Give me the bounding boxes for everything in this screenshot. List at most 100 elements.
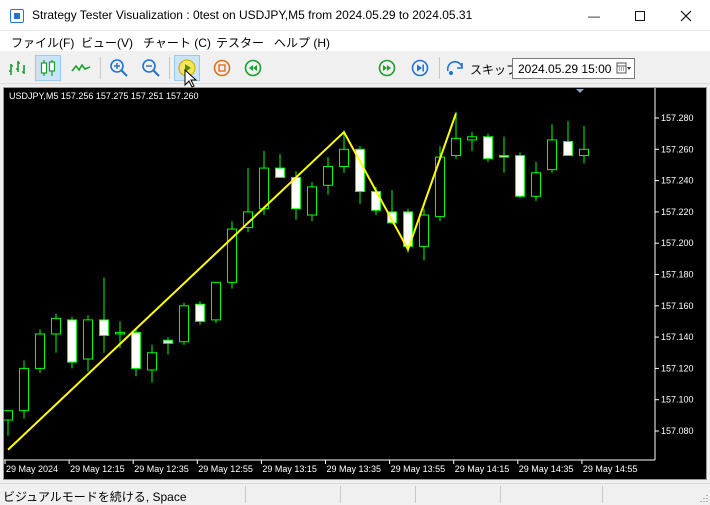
time-tick-label: 29 May 14:15 <box>455 464 510 474</box>
zoom-in-button[interactable] <box>106 55 132 81</box>
bullish-candle <box>323 166 333 186</box>
bullish-candle <box>547 139 557 171</box>
status-bar: ビジュアルモードを続ける, Space <box>0 483 710 505</box>
price-tick-label: 157.280 <box>661 113 694 123</box>
bullish-candle <box>307 186 317 216</box>
bullish-candle <box>579 148 589 157</box>
status-divider <box>602 486 603 503</box>
toolbar-separator <box>100 57 101 79</box>
price-tick-label: 157.100 <box>661 395 694 405</box>
step-forward-icon <box>411 59 429 77</box>
maximize-icon <box>635 10 645 21</box>
price-tick-label: 157.140 <box>661 332 694 342</box>
time-tick-label: 29 May 13:15 <box>262 464 317 474</box>
menu-help[interactable]: ヘルプ (H) <box>274 34 330 51</box>
skip-icon <box>446 60 463 75</box>
bullish-candle <box>35 333 45 369</box>
candlestick-chart-button[interactable] <box>35 55 61 81</box>
minimize-icon: — <box>588 8 600 23</box>
bearish-candle <box>371 191 381 211</box>
fast-forward-icon <box>378 59 396 77</box>
bullish-candle <box>419 214 429 247</box>
time-tick-label: 29 May 12:55 <box>198 464 253 474</box>
price-tick-label: 157.160 <box>661 301 694 311</box>
chart-canvas[interactable]: USDJPY,M5 157.256 157.275 157.251 157.26… <box>3 88 706 479</box>
time-tick-label: 29 May 14:35 <box>519 464 574 474</box>
zoom-out-button[interactable] <box>138 55 164 81</box>
bearish-candle <box>563 140 573 157</box>
bullish-candle <box>51 317 61 335</box>
bullish-candle <box>451 137 461 157</box>
menu-view[interactable]: ビュー(V) <box>81 34 133 51</box>
price-tick-label: 157.260 <box>661 144 694 154</box>
zoom-in-icon <box>110 59 128 77</box>
bar-chart-button[interactable] <box>4 55 30 81</box>
stop-icon <box>213 59 231 77</box>
step-forward-button[interactable] <box>407 55 433 81</box>
bar-chart-icon <box>9 61 25 75</box>
line-chart-button[interactable] <box>68 55 94 81</box>
time-tick-label: 29 May 14:55 <box>583 464 638 474</box>
price-tick-label: 157.220 <box>661 207 694 217</box>
bullish-candle <box>179 305 189 343</box>
toolbar-separator <box>439 57 440 79</box>
close-icon <box>680 10 692 21</box>
line-chart-icon <box>71 63 91 72</box>
app-icon <box>10 9 24 23</box>
bullish-candle <box>339 148 349 168</box>
rewind-icon <box>244 59 262 77</box>
shift-marker-icon[interactable] <box>576 89 584 93</box>
title-bar: Strategy Tester Visualization : 0test on… <box>0 0 710 31</box>
status-divider <box>500 486 501 503</box>
zoom-out-icon <box>142 59 160 77</box>
menu-chart[interactable]: チャート (C) <box>143 34 211 51</box>
time-tick-label: 29 May 2024 <box>6 464 58 474</box>
time-axis: 29 May 2024 29 May 12:15 29 May 12:35 29 Ma… <box>4 460 638 474</box>
skip-button[interactable] <box>443 55 469 81</box>
menu-bar: ファイル(F) ビュー(V) チャート (C) テスター ヘルプ (H) <box>0 31 710 51</box>
bearish-candle <box>275 167 285 178</box>
stop-button[interactable] <box>209 55 235 81</box>
maximize-button[interactable] <box>617 0 663 31</box>
bullish-candle <box>467 136 477 141</box>
calendar-icon[interactable] <box>616 61 632 76</box>
status-divider <box>340 486 341 503</box>
mouse-cursor-icon <box>184 69 198 88</box>
skip-date-value: 2024.05.29 15:00 <box>518 62 612 76</box>
candlestick-chart-icon <box>40 60 56 76</box>
bearish-candle <box>515 155 525 197</box>
status-divider <box>415 486 416 503</box>
price-tick-label: 157.120 <box>661 363 694 373</box>
bullish-candle <box>19 367 29 412</box>
skip-label[interactable]: スキップ <box>470 61 518 78</box>
bearish-candle <box>131 331 141 369</box>
close-button[interactable] <box>663 0 709 31</box>
time-tick-label: 29 May 12:15 <box>70 464 125 474</box>
menu-tester[interactable]: テスター <box>216 34 264 51</box>
bullish-candle <box>115 331 125 335</box>
price-axis: 157.280 157.260 157.240 157.220 157.200 157.1… <box>655 113 694 436</box>
fast-forward-button[interactable] <box>374 55 400 81</box>
bearish-candle <box>67 319 77 363</box>
skip-date-select[interactable]: 2024.05.29 15:00 <box>512 58 635 79</box>
menu-file[interactable]: ファイル(F) <box>11 34 74 51</box>
time-tick-label: 29 May 13:35 <box>327 464 382 474</box>
bullish-candle <box>531 172 541 197</box>
price-tick-label: 157.180 <box>661 270 694 280</box>
toolbar: スキップ 2024.05.29 15:00 <box>0 52 710 126</box>
rewind-button[interactable] <box>240 55 266 81</box>
price-chart[interactable]: USDJPY,M5 157.256 157.275 157.251 157.26… <box>3 87 707 480</box>
bullish-candle <box>3 410 13 421</box>
bullish-candle <box>147 352 157 371</box>
toolbar-separator <box>169 57 170 79</box>
bearish-candle <box>163 339 173 344</box>
bearish-candle <box>291 176 301 210</box>
time-tick-label: 29 May 13:55 <box>391 464 446 474</box>
bearish-candle <box>99 319 109 337</box>
bullish-candle <box>259 167 269 210</box>
minimize-button[interactable]: — <box>571 0 617 31</box>
window-title: Strategy Tester Visualization : 0test on… <box>32 8 473 22</box>
bullish-candle <box>83 319 93 360</box>
resize-grip-icon[interactable] <box>698 493 708 503</box>
price-tick-label: 157.200 <box>661 238 694 248</box>
